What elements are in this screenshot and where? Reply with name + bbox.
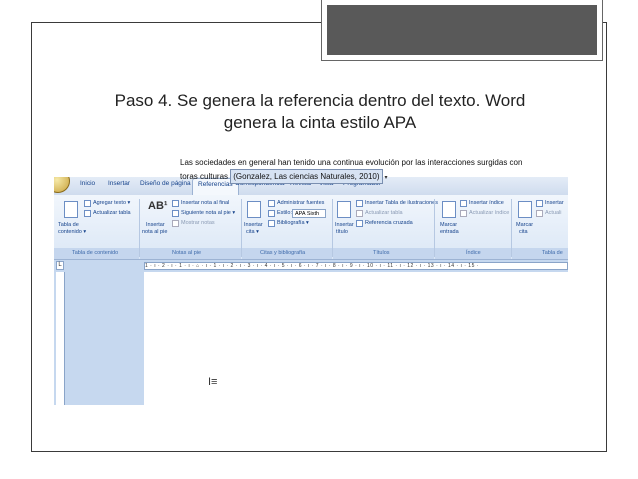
mark-entry-label-2[interactable]: entrada — [440, 229, 459, 236]
mark-citation-label-1[interactable]: Marcar — [516, 222, 533, 229]
update-index-icon[interactable] — [460, 210, 467, 217]
cross-reference-icon[interactable] — [356, 220, 363, 227]
style-dropdown[interactable]: APA Sixth — [292, 209, 326, 218]
text-cursor-icon: I≡ — [208, 376, 218, 388]
mark-entry-label-1[interactable]: Marcar — [440, 222, 457, 229]
insert-toa-button[interactable]: Insertar — [545, 200, 564, 207]
ribbon: Tabla de contenido ▾ Agregar texto ▾ Act… — [54, 195, 568, 260]
group-separator — [139, 199, 140, 257]
style-dropdown-value: APA Sixth — [295, 211, 320, 217]
bibliography-icon[interactable] — [268, 220, 275, 227]
footnote-ab-icon[interactable]: AB¹ — [148, 201, 168, 212]
insert-caption-icon[interactable] — [337, 201, 351, 218]
insert-table-figures-button[interactable]: Insertar Tabla de ilustraciones — [365, 200, 438, 207]
document-line-2-text: toras culturas — [180, 172, 231, 181]
group-separator — [511, 199, 512, 257]
insert-caption-label-2[interactable]: título — [336, 229, 348, 236]
group-label-citations: Citas y bibliografía — [260, 250, 306, 256]
ruler-row: L 1 · ı · 2 · ı · 1 · ı · ⌂ · ı · 1 · ı … — [54, 260, 568, 272]
tab-inicio[interactable]: Inicio — [80, 180, 95, 187]
insert-index-button[interactable]: Insertar índice — [469, 200, 504, 207]
style-label: Estilo: — [277, 210, 292, 216]
group-label-footnotes: Notas al pie — [172, 250, 202, 256]
citation-text: (Gonzalez, Las ciencias Naturales, 2010) — [233, 172, 380, 181]
add-text-button[interactable]: Agregar texto ▾ — [93, 200, 130, 207]
update-index-button[interactable]: Actualizar índice — [469, 210, 509, 217]
tab-selector[interactable]: L — [56, 261, 64, 270]
insert-citation-label-2[interactable]: cita ▾ — [246, 229, 259, 236]
document-line-1: Las sociedades en general han tenido una… — [180, 158, 523, 167]
document-text[interactable]: Las sociedades en general han tenido una… — [180, 156, 540, 185]
group-label-toa: Tabla de — [542, 250, 563, 256]
update-toa-button[interactable]: Actuali — [545, 210, 562, 217]
mark-entry-icon[interactable] — [442, 201, 456, 218]
citation-field[interactable]: (Gonzalez, Las ciencias Naturales, 2010) — [230, 169, 383, 184]
slide-title-line-1: Paso 4. Se genera la referencia dentro d… — [114, 91, 526, 110]
group-separator — [434, 199, 435, 257]
document-line-2: toras culturas (Gonzalez, Las ciencias N… — [180, 169, 540, 185]
manage-sources-icon[interactable] — [268, 200, 275, 207]
insert-footnote-label-1[interactable]: Insertar — [146, 222, 165, 229]
next-footnote-icon[interactable] — [172, 210, 179, 217]
slide-title: Paso 4. Se genera la referencia dentro d… — [60, 90, 580, 134]
table-of-contents-icon[interactable] — [64, 201, 78, 218]
cross-reference-button[interactable]: Referencia cruzada — [365, 220, 413, 227]
insert-endnote-button[interactable]: Insertar nota al final — [181, 200, 229, 207]
vertical-ruler[interactable] — [56, 272, 65, 405]
update-table-icon[interactable] — [84, 210, 91, 217]
tab-insertar[interactable]: Insertar — [108, 180, 130, 187]
horizontal-ruler[interactable]: 1 · ı · 2 · ı · 1 · ı · ⌂ · ı · 1 · ı · … — [144, 262, 568, 270]
citation-options-icon[interactable]: ▾ — [385, 172, 390, 185]
toc-button-label-1[interactable]: Tabla de — [58, 222, 79, 229]
insert-toa-icon[interactable] — [536, 200, 543, 207]
group-label-index: Índice — [466, 250, 481, 256]
group-separator — [332, 199, 333, 257]
insert-citation-label-1[interactable]: Insertar — [244, 222, 263, 229]
mark-citation-icon[interactable] — [518, 201, 532, 218]
show-notes-icon[interactable] — [172, 220, 179, 227]
slide-title-line-2: genera la cinta estilo APA — [223, 113, 417, 132]
slide-header-tab — [321, 0, 603, 61]
left-margin-area — [54, 272, 144, 405]
insert-endnote-icon[interactable] — [172, 200, 179, 207]
insert-footnote-label-2[interactable]: nota al pie — [142, 229, 167, 236]
add-text-icon[interactable] — [84, 200, 91, 207]
style-icon — [268, 210, 275, 217]
word-screenshot: Inicio Insertar Diseño de página Referen… — [54, 177, 568, 405]
bibliography-button[interactable]: Bibliografía ▾ — [277, 220, 309, 227]
update-table-figures-button[interactable]: Actualizar tabla — [365, 210, 403, 217]
group-separator — [241, 199, 242, 257]
mark-citation-label-2[interactable]: cita — [519, 229, 528, 236]
manage-sources-button[interactable]: Administrar fuentes — [277, 200, 324, 207]
update-table-figures-icon[interactable] — [356, 210, 363, 217]
office-button-icon[interactable] — [54, 177, 70, 193]
group-label-toc: Tabla de contenido — [72, 250, 119, 256]
insert-index-icon[interactable] — [460, 200, 467, 207]
insert-caption-label-1[interactable]: Insertar — [335, 222, 354, 229]
insert-citation-icon[interactable] — [247, 201, 261, 218]
group-label-captions: Títulos — [373, 250, 390, 256]
show-notes-button[interactable]: Mostrar notas — [181, 220, 215, 227]
update-toa-icon[interactable] — [536, 210, 543, 217]
next-footnote-button[interactable]: Siguiente nota al pie ▾ — [181, 210, 235, 217]
insert-table-figures-icon[interactable] — [356, 200, 363, 207]
toc-button-label-2[interactable]: contenido ▾ — [58, 229, 86, 236]
update-table-button[interactable]: Actualizar tabla — [93, 210, 131, 217]
